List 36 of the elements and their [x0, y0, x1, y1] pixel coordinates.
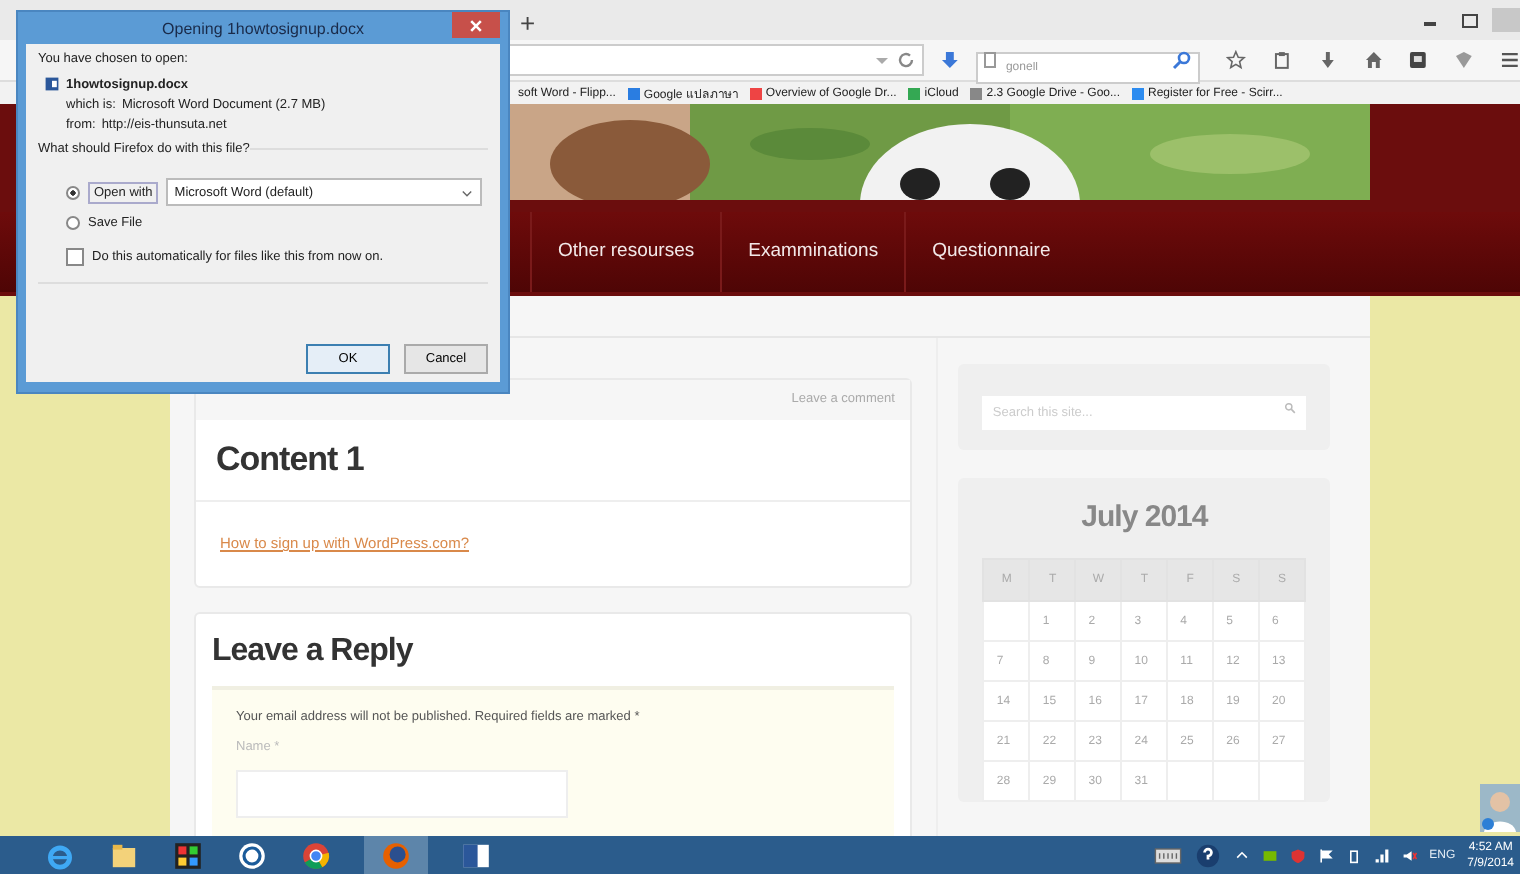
caret-icon: [460, 185, 475, 199]
flag-icon[interactable]: [1317, 847, 1334, 863]
folder-icon[interactable]: [108, 839, 140, 871]
new-tab-button[interactable]: +: [520, 8, 536, 40]
menu-link[interactable]: Examminations: [720, 212, 905, 292]
search-icon[interactable]: [1171, 50, 1192, 70]
radio-button[interactable]: [66, 185, 80, 199]
download-icon[interactable]: [1317, 50, 1338, 70]
menu-link[interactable]: Other resourses: [530, 212, 721, 292]
page-icon: [983, 52, 996, 68]
document-icon: [44, 76, 60, 92]
speaker-icon[interactable]: [1401, 847, 1418, 863]
close-button[interactable]: [452, 12, 500, 38]
menu-icon[interactable]: [1500, 50, 1520, 70]
chrome-icon[interactable]: [300, 839, 332, 871]
home-icon[interactable]: [1363, 50, 1383, 70]
clipboard-icon[interactable]: [1271, 50, 1292, 70]
keyboard-icon[interactable]: [1153, 843, 1182, 867]
signal-icon[interactable]: [1373, 847, 1390, 863]
reload-icon[interactable]: [896, 50, 917, 70]
help-icon[interactable]: [1193, 843, 1222, 867]
download-icon[interactable]: [940, 50, 960, 70]
reply-heading: Leave a Reply: [210, 632, 416, 672]
firefox-icon: [380, 839, 412, 871]
menu-link[interactable]: Questionnaire: [904, 212, 1077, 292]
star-icon[interactable]: [1225, 50, 1246, 70]
close-icon: [468, 17, 484, 33]
checkbox[interactable]: [66, 248, 84, 266]
battery-icon[interactable]: [1345, 847, 1362, 863]
avatar[interactable]: [1480, 784, 1520, 832]
word-icon[interactable]: [460, 839, 492, 871]
radio-button[interactable]: [66, 216, 80, 230]
post-title: Content 1: [196, 420, 911, 502]
tiles-icon[interactable]: [172, 839, 204, 871]
dialog-title: Opening 1howtosignup.docx: [162, 19, 364, 37]
calendar-title: July 2014: [1079, 500, 1211, 534]
